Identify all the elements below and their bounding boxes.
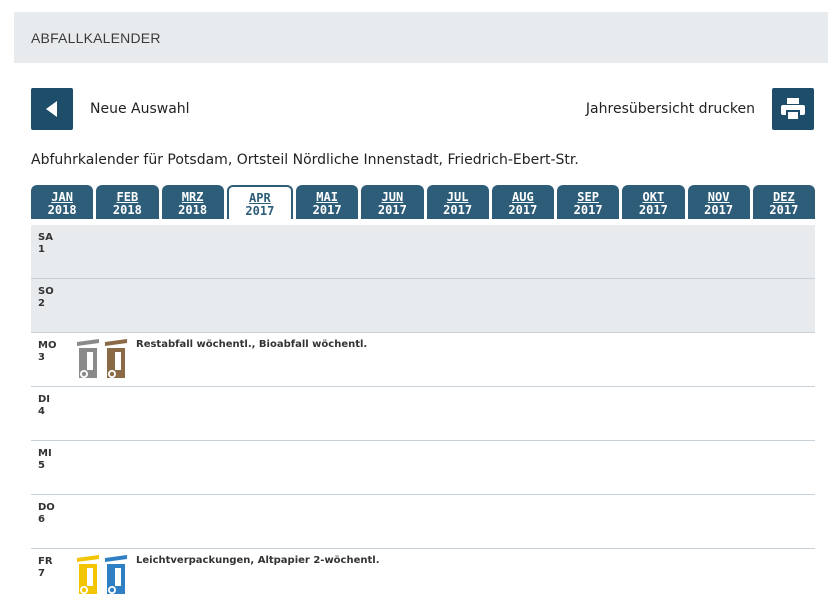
tab-month-label: MRZ	[181, 189, 204, 204]
tab-year-label: 2017	[704, 202, 734, 217]
tab-year-label: 2017	[769, 202, 799, 217]
tab-year-label: 2018	[47, 202, 77, 217]
tab-okt-2017[interactable]: OKT 2017	[622, 185, 685, 219]
tab-month-label: JUL	[446, 189, 469, 204]
day-number: 1	[38, 244, 45, 255]
tab-jan-2018[interactable]: JAN 2018	[31, 185, 94, 219]
day-number: 3	[38, 352, 45, 363]
tab-sep-2017[interactable]: SEP 2017	[557, 185, 620, 219]
day-label: DO 6	[38, 502, 55, 526]
weekday: MO	[38, 340, 57, 351]
panel-title: ABFALLKALENDER	[14, 12, 828, 63]
tab-dez-2017[interactable]: DEZ 2017	[752, 185, 815, 219]
print-button[interactable]	[772, 88, 814, 130]
tab-nov-2017[interactable]: NOV 2017	[687, 185, 750, 219]
tab-year-label: 2017	[573, 202, 603, 217]
new-selection-link[interactable]: Neue Auswahl	[90, 101, 190, 117]
day-number: 2	[38, 298, 45, 309]
tab-year-label: 2017	[638, 202, 668, 217]
day-label: SA 1	[38, 232, 53, 256]
tab-mai-2017[interactable]: MAI 2017	[296, 185, 359, 219]
tab-month-label: OKT	[642, 189, 665, 204]
tab-month-label: NOV	[707, 189, 730, 204]
day-label: MO 3	[38, 340, 56, 364]
day-number: 4	[38, 406, 45, 417]
waste-calendar-panel: ABFALLKALENDER Neue Auswahl Jahresübersi…	[14, 12, 828, 601]
tab-apr-2017[interactable]: APR 2017	[226, 185, 293, 219]
day-row: SA 1	[31, 225, 815, 279]
tab-jul-2017[interactable]: JUL 2017	[426, 185, 489, 219]
day-label: MI 5	[38, 448, 52, 472]
weekday: FR	[38, 556, 53, 567]
day-number: 7	[38, 568, 45, 579]
tab-year-label: 2017	[245, 203, 275, 218]
day-label: SO 2	[38, 286, 54, 310]
day-label: DI 4	[38, 394, 50, 418]
calendar-subtitle: Abfuhrkalender für Potsdam, Ortsteil Nör…	[31, 152, 579, 168]
tab-year-label: 2018	[112, 202, 142, 217]
toolbar: Neue Auswahl Jahresübersicht drucken	[31, 88, 814, 132]
weekday: DO	[38, 502, 55, 513]
day-row: FR 7 Leichtverpackungen, Altpapier 2-wöche…	[31, 549, 815, 601]
weekday: SO	[38, 286, 54, 297]
day-row: DO 6	[31, 495, 815, 549]
bin-icons	[76, 554, 128, 596]
tab-aug-2017[interactable]: AUG 2017	[491, 185, 554, 219]
day-label: FR 7	[38, 556, 53, 580]
back-button[interactable]	[31, 88, 73, 130]
day-list: SA 1 SO 2 MO 3 Restabfall wöchentl., Bioabfall…	[31, 225, 815, 601]
day-row: MI 5	[31, 441, 815, 495]
tab-month-label: JUN	[381, 189, 404, 204]
bioabfall-bin-icon	[105, 339, 127, 378]
tab-month-label: MAI	[316, 189, 338, 204]
altpapier-bin-icon	[105, 555, 127, 594]
day-row: MO 3 Restabfall wöchentl., Bioabfall wöche…	[31, 333, 815, 387]
tab-feb-2018[interactable]: FEB 2018	[96, 185, 159, 219]
day-number: 6	[38, 514, 45, 525]
tab-month-label: JAN	[51, 189, 73, 204]
day-row: DI 4	[31, 387, 815, 441]
collection-text: Restabfall wöchentl., Bioabfall wöchentl…	[136, 339, 368, 350]
month-tabs: JAN 2018 FEB 2018 MRZ 2018 APR 2017 MAI 2017 JUN 20…	[31, 185, 815, 219]
tab-month-label: SEP	[577, 189, 599, 204]
weekday: DI	[38, 394, 51, 405]
leichtverpackungen-bin-icon	[77, 555, 99, 594]
day-row: SO 2	[31, 279, 815, 333]
tab-month-label: APR	[249, 190, 271, 205]
collection-text: Leichtverpackungen, Altpapier 2-wöchentl…	[136, 555, 380, 566]
restabfall-bin-icon	[77, 339, 99, 378]
weekday: SA	[38, 232, 53, 243]
tab-month-label: DEZ	[773, 189, 795, 204]
day-number: 5	[38, 460, 45, 471]
print-year-overview-link[interactable]: Jahresübersicht drucken	[586, 101, 755, 117]
weekday: MI	[38, 448, 52, 459]
tab-month-label: AUG	[512, 189, 534, 204]
tab-year-label: 2017	[443, 202, 473, 217]
tab-year-label: 2017	[508, 202, 538, 217]
arrow-left-icon	[46, 101, 57, 117]
printer-icon	[781, 98, 805, 120]
tab-year-label: 2017	[377, 202, 407, 217]
tab-mrz-2018[interactable]: MRZ 2018	[161, 185, 224, 219]
bin-icons	[76, 338, 128, 380]
tab-year-label: 2018	[178, 202, 208, 217]
tab-jun-2017[interactable]: JUN 2017	[361, 185, 424, 219]
tab-year-label: 2017	[312, 202, 342, 217]
tab-month-label: FEB	[116, 189, 139, 204]
